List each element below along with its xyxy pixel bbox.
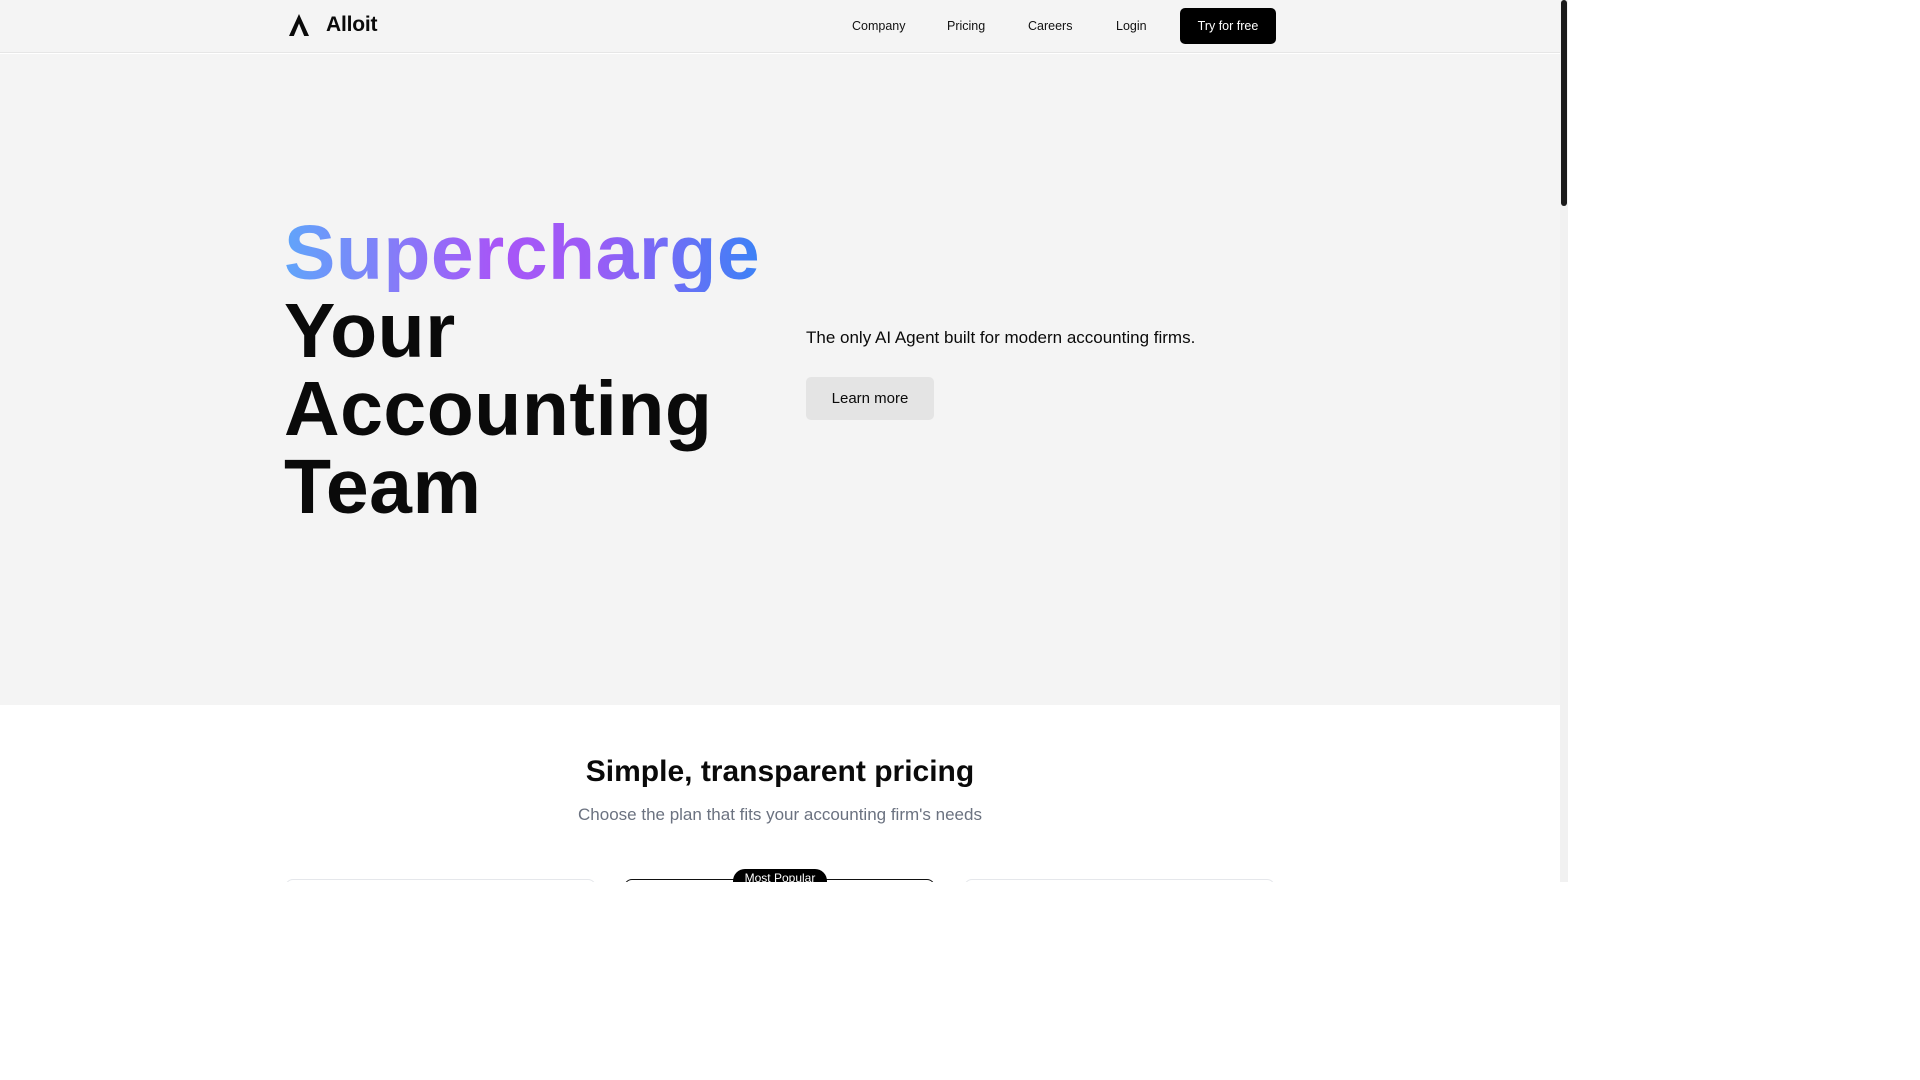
pricing-card-1 — [285, 879, 596, 882]
pricing-section: Simple, transparent pricing Choose the p… — [0, 705, 1560, 882]
pricing-subtitle: Choose the plan that fits your accountin… — [578, 805, 982, 824]
nav-link-pricing[interactable]: Pricing — [947, 19, 985, 33]
try-for-free-button[interactable]: Try for free — [1180, 8, 1276, 44]
nav-link-login[interactable]: Login — [1116, 19, 1147, 33]
nav-link-careers[interactable]: Careers — [1028, 19, 1072, 33]
brand-logo-link[interactable]: Alloit — [288, 13, 377, 37]
pricing-card-3 — [964, 879, 1275, 882]
headline-line-1: Your — [284, 288, 456, 374]
most-popular-badge: Most Popular — [733, 869, 827, 882]
top-nav-bar: Alloit Company Pricing Careers Login Try… — [0, 0, 1560, 53]
triangle-logo-icon — [289, 14, 309, 36]
hero-section: Supercharge Your Accounting Team The onl… — [0, 54, 1560, 705]
headline-gradient-word: Supercharge — [284, 210, 761, 296]
page: Alloit Company Pricing Careers Login Try… — [0, 0, 1568, 882]
page-scrollbar[interactable] — [1560, 0, 1568, 882]
nav-link-company[interactable]: Company — [852, 19, 906, 33]
hero-tagline: The only AI Agent built for modern accou… — [806, 328, 1196, 347]
brand-name: Alloit — [326, 13, 378, 36]
learn-more-button[interactable]: Learn more — [806, 377, 934, 420]
headline-line-2: Accounting — [284, 366, 713, 452]
headline-line-3: Team — [284, 444, 482, 530]
pricing-title: Simple, transparent pricing — [585, 755, 975, 788]
scrollbar-thumb[interactable] — [1561, 0, 1567, 206]
hero-headline: Supercharge Your Accounting Team — [284, 214, 760, 526]
